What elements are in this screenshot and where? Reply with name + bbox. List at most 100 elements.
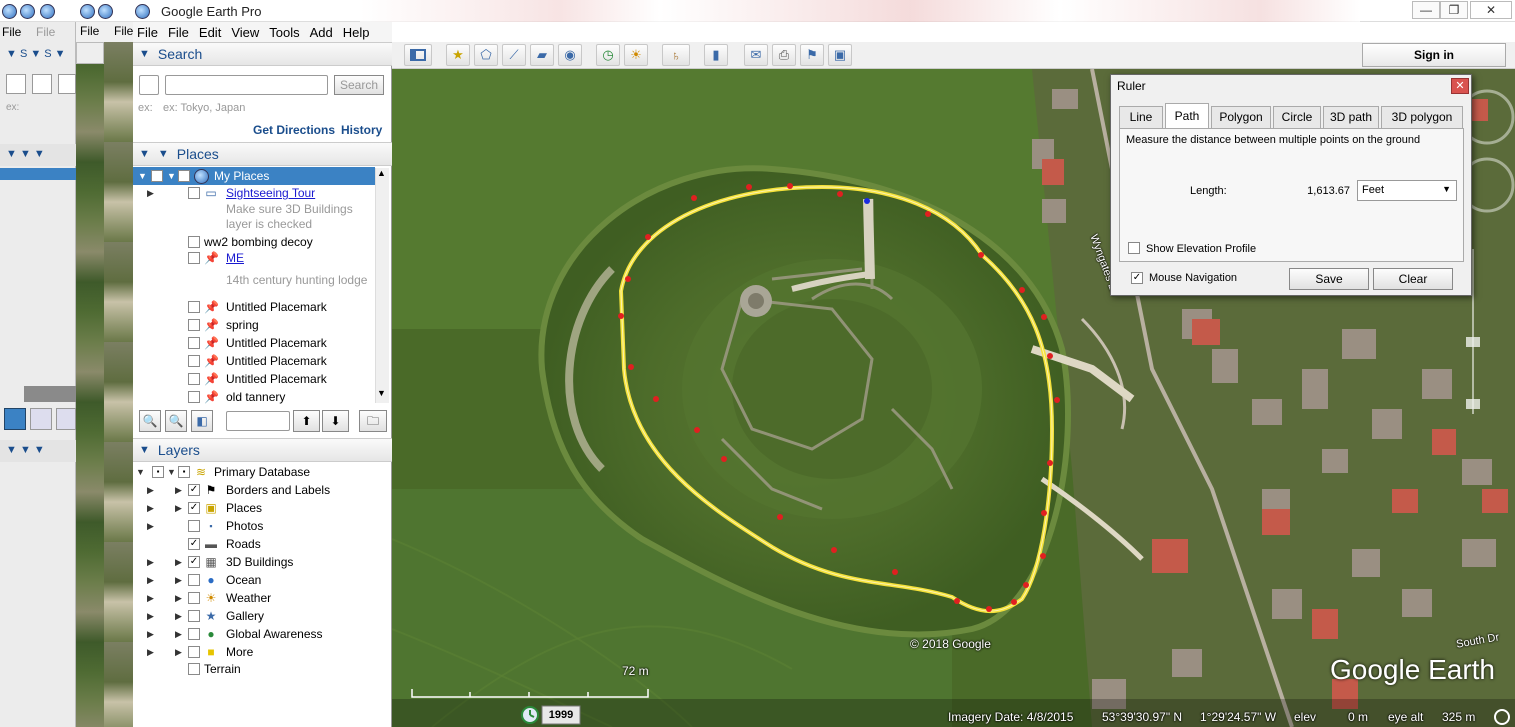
search-history-input[interactable] (139, 75, 159, 95)
maximize-button[interactable]: ❐ (1440, 1, 1468, 19)
layers-header[interactable]: ▼ Layers (133, 438, 392, 462)
menu-edit[interactable]: Edit (195, 25, 227, 40)
checkbox[interactable] (188, 574, 200, 586)
layer-item[interactable]: ▶ ▶ ✓ ▦ 3D Buildings (133, 553, 375, 571)
unit-select[interactable]: Feet ▼ (1357, 180, 1457, 201)
checkbox[interactable]: ✓ (188, 502, 200, 514)
ghost-menu-file[interactable]: File (114, 24, 133, 38)
expand-icon[interactable]: ▶ (175, 593, 182, 604)
ghost-menu-file[interactable]: File (2, 25, 21, 39)
expand-icon[interactable]: ▶ (147, 503, 154, 514)
record-tour-icon[interactable]: ◉ (558, 44, 582, 66)
checkbox[interactable]: ✓ (188, 484, 200, 496)
menu-tools[interactable]: Tools (265, 25, 305, 40)
list-item[interactable]: ▶ ▭ Sightseeing Tour (133, 184, 375, 202)
email-icon[interactable]: ✉ (744, 44, 768, 66)
checkbox[interactable] (188, 355, 200, 367)
layer-item[interactable]: ✓ ▬ Roads (133, 535, 375, 553)
layer-item[interactable]: ▶ ▶ ✓ ⚑ Borders and Labels (133, 481, 375, 499)
expand-icon[interactable]: ▶ (175, 503, 182, 514)
expand-icon[interactable]: ▶ (175, 575, 182, 586)
add-image-overlay-icon[interactable]: ▰ (530, 44, 554, 66)
zoom-places-icon[interactable]: 🔍 (165, 410, 187, 432)
expand-icon[interactable]: ▶ (147, 629, 154, 640)
close-window-button[interactable]: ✕ (1470, 1, 1512, 19)
panel-toggle-icon[interactable]: ◧ (191, 410, 213, 432)
history-link[interactable]: History (341, 123, 382, 137)
ghost-window-tab[interactable] (40, 3, 55, 19)
menu-file-ghost[interactable]: File (133, 25, 164, 40)
places-scrollbar[interactable]: ▲ ▼ (375, 168, 389, 403)
menu-file[interactable]: File (164, 25, 195, 40)
ghost-window-tab[interactable] (80, 3, 113, 19)
checkbox[interactable] (188, 520, 200, 532)
checkbox[interactable]: ✓ (188, 556, 200, 568)
checkbox[interactable] (188, 236, 200, 248)
menu-add[interactable]: Add (306, 25, 339, 40)
checkbox[interactable] (151, 170, 163, 182)
expand-icon[interactable]: ▶ (147, 557, 154, 568)
expand-icon[interactable]: ▶ (147, 188, 154, 199)
move-down-icon[interactable]: ⬇ (322, 410, 349, 432)
expand-icon[interactable]: ▶ (175, 557, 182, 568)
expand-icon[interactable]: ▶ (175, 629, 182, 640)
historical-imagery-icon[interactable]: ◷ (596, 44, 620, 66)
menu-help[interactable]: Help (339, 25, 376, 40)
checkbox[interactable] (188, 252, 200, 264)
ghost-menu-file[interactable]: File (36, 25, 55, 39)
checkbox[interactable] (188, 663, 200, 675)
tab-circle[interactable]: Circle (1273, 106, 1321, 128)
list-item[interactable]: 📌 Untitled Placemark (133, 370, 375, 388)
list-item[interactable]: 📌 ME (133, 249, 375, 267)
search-places-icon[interactable]: 🔍 (139, 410, 161, 432)
tab-3d-polygon[interactable]: 3D polygon (1381, 106, 1463, 128)
list-item[interactable]: 📌 Untitled Placemark (133, 298, 375, 316)
layer-item[interactable]: ▶ ▶ ● Ocean (133, 571, 375, 589)
places-header[interactable]: ▼ ▼ Places (133, 142, 392, 166)
expand-icon[interactable]: ▶ (147, 485, 154, 496)
expand-icon[interactable]: ▶ (175, 485, 182, 496)
list-item[interactable]: 📌 spring (133, 316, 375, 334)
checkbox[interactable] (188, 628, 200, 640)
checkbox[interactable] (188, 610, 200, 622)
expand-icon[interactable]: ▶ (147, 575, 154, 586)
ghost-search-input[interactable] (32, 74, 52, 94)
tab-line[interactable]: Line (1119, 106, 1163, 128)
places-filter-input[interactable] (226, 411, 290, 431)
checkbox[interactable] (188, 187, 200, 199)
ghost-search-input[interactable] (58, 74, 76, 94)
expand-icon[interactable]: ▶ (175, 647, 182, 658)
layer-item[interactable]: ▶ ▶ ☀ Weather (133, 589, 375, 607)
expand-icon[interactable]: ▶ (147, 593, 154, 604)
tab-polygon[interactable]: Polygon (1211, 106, 1271, 128)
add-polygon-icon[interactable]: ⬠ (474, 44, 498, 66)
layer-item[interactable]: ▶ ▶ ★ Gallery (133, 607, 375, 625)
layer-item[interactable]: ▼ ▪ ▼ ▪ ≋ Primary Database (133, 463, 375, 481)
ghost-zoom-button[interactable] (30, 408, 52, 430)
ghost-zoom-button[interactable] (56, 408, 76, 430)
expand-icon[interactable]: ▶ (147, 611, 154, 622)
ghost-window-tab[interactable] (2, 3, 35, 19)
list-item[interactable]: 📌 old tannery (133, 388, 375, 406)
move-up-icon[interactable]: ⬆ (293, 410, 320, 432)
expand-icon[interactable]: ▶ (147, 521, 154, 532)
get-directions-link[interactable]: Get Directions (253, 123, 335, 137)
tab-path[interactable]: Path (1165, 103, 1209, 129)
layer-item[interactable]: Terrain (133, 660, 375, 678)
ruler-icon[interactable]: ▮ (704, 44, 728, 66)
layer-item[interactable]: ▶ ▶ ✓ ▣ Places (133, 499, 375, 517)
show-elevation-checkbox[interactable] (1128, 242, 1140, 254)
tab-3d-path[interactable]: 3D path (1323, 106, 1379, 128)
year-badge[interactable]: 1999 (542, 707, 580, 723)
expand-icon[interactable]: ▶ (175, 611, 182, 622)
sign-in-button[interactable]: Sign in (1362, 43, 1506, 67)
checkbox[interactable]: ▪ (178, 466, 190, 478)
print-icon[interactable]: ⎙ (772, 44, 796, 66)
layer-item[interactable]: ▶ ▪ Photos (133, 517, 375, 535)
checkbox[interactable]: ✓ (188, 538, 200, 550)
sunlight-icon[interactable]: ☀ (624, 44, 648, 66)
checkbox[interactable] (188, 592, 200, 604)
save-image-icon[interactable]: ▣ (828, 44, 852, 66)
layer-item[interactable]: ▶ ▶ ■ More (133, 643, 375, 661)
checkbox[interactable] (188, 646, 200, 658)
